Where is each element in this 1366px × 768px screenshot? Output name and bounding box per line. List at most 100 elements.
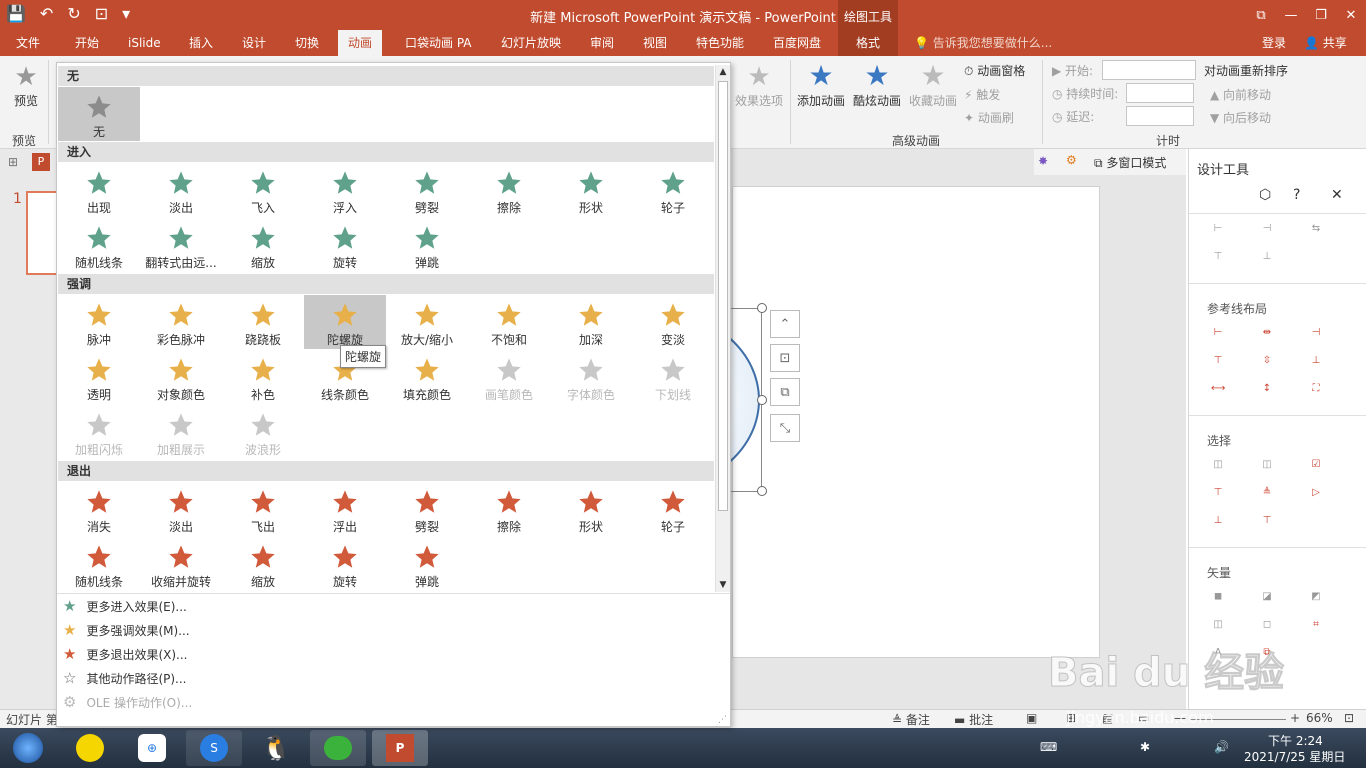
entrance-effect-item[interactable]: 形状 <box>550 163 632 217</box>
slide-thumbnail[interactable] <box>26 191 58 275</box>
emphasis-effect-item[interactable]: 跷跷板 <box>222 295 304 349</box>
exit-effect-item[interactable]: 劈裂 <box>386 482 468 536</box>
taskbar-netdisk-app[interactable]: ⊕ <box>124 730 180 766</box>
restore-icon[interactable]: ❐ <box>1306 0 1336 30</box>
start-button[interactable] <box>4 730 52 766</box>
emphasis-effect-item[interactable]: 透明 <box>58 350 140 404</box>
exit-effect-item[interactable]: 弹跳 <box>386 537 468 591</box>
guide-vdist-icon[interactable]: ↕ <box>1260 383 1274 395</box>
animation-pane-button[interactable]: ⏱ 动画窗格 <box>964 62 1025 79</box>
cool-animation-button[interactable]: ★ 酷炫动画 <box>850 60 904 109</box>
fit-slide-icon[interactable]: ⊡ <box>1344 711 1354 725</box>
align-left-icon[interactable]: ⊢ <box>1211 223 1225 235</box>
exit-effect-item[interactable]: 飞出 <box>222 482 304 536</box>
tab-file[interactable]: 文件 <box>16 30 40 56</box>
exit-effect-item[interactable]: 轮子 <box>632 482 714 536</box>
delay-input[interactable] <box>1126 106 1194 126</box>
tab-design[interactable]: 设计 <box>242 30 266 56</box>
scroll-thumb[interactable] <box>718 81 728 511</box>
vector-combine-icon[interactable]: ◪ <box>1260 591 1274 603</box>
resize-handle-r[interactable] <box>757 395 767 405</box>
guide-top-icon[interactable]: ⊤ <box>1211 355 1225 367</box>
tray-volume-icon[interactable]: 🔊 <box>1214 740 1229 754</box>
layout-options-icon[interactable]: ⌃ <box>770 310 800 338</box>
emphasis-effect-item[interactable]: 补色 <box>222 350 304 404</box>
more-exit-effects[interactable]: ★ 更多退出效果(X)... <box>63 644 187 664</box>
taskbar-powerpoint-app[interactable]: P <box>372 730 428 766</box>
tab-baidu-netdisk[interactable]: 百度网盘 <box>773 30 821 56</box>
share-button[interactable]: 👤 共享 <box>1304 30 1347 56</box>
entrance-effect-item[interactable]: 缩放 <box>222 218 304 272</box>
trigger-button[interactable]: ⚡ 触发 <box>964 86 1000 103</box>
panel-help-icon[interactable]: ? <box>1293 187 1300 203</box>
exit-effect-item[interactable]: 随机线条 <box>58 537 140 591</box>
anim-none[interactable]: 无 <box>58 87 140 141</box>
emphasis-effect-item[interactable]: 加深 <box>550 295 632 349</box>
tab-home[interactable]: 开始 <box>75 30 99 56</box>
exit-effect-item[interactable]: 擦除 <box>468 482 550 536</box>
vector-subtract-icon[interactable]: ◻ <box>1260 619 1274 631</box>
more-emphasis-effects[interactable]: ★ 更多强调效果(M)... <box>63 620 190 640</box>
crop-icon[interactable]: ⤡ <box>770 414 800 442</box>
comments-button[interactable]: ▬ 批注 <box>954 711 993 728</box>
select-bottom-icon[interactable]: ⊥ <box>1211 515 1225 527</box>
guide-left-icon[interactable]: ⊢ <box>1211 327 1225 339</box>
emphasis-effect-item[interactable]: 对象颜色 <box>140 350 222 404</box>
select-group-icon[interactable]: ⊤ <box>1260 515 1274 527</box>
vector-intersect-icon[interactable]: ◫ <box>1211 619 1225 631</box>
exit-effect-item[interactable]: 淡出 <box>140 482 222 536</box>
zoom-in-icon[interactable]: + <box>1290 711 1300 725</box>
entrance-effect-item[interactable]: 淡出 <box>140 163 222 217</box>
panel-settings-icon[interactable]: ⬡ <box>1259 187 1271 203</box>
taskbar-music-app[interactable] <box>62 730 118 766</box>
tab-features[interactable]: 特色功能 <box>696 30 744 56</box>
entrance-effect-item[interactable]: 弹跳 <box>386 218 468 272</box>
select-similar-icon[interactable]: ◫ <box>1260 459 1274 471</box>
effect-options-button[interactable]: ★ 效果选项 <box>732 62 786 109</box>
animation-painter-button[interactable]: ✦ 动画刷 <box>964 109 1014 126</box>
tell-me-search[interactable]: 💡 告诉我您想要做什么... <box>914 30 1052 56</box>
select-stack-icon[interactable]: ≜ <box>1260 487 1274 499</box>
tab-review[interactable]: 审阅 <box>590 30 614 56</box>
emphasis-effect-item[interactable]: 彩色脉冲 <box>140 295 222 349</box>
zoom-level[interactable]: 66% <box>1306 711 1333 725</box>
guide-right-icon[interactable]: ⊣ <box>1309 327 1323 339</box>
more-entrance-effects[interactable]: ★ 更多进入效果(E)... <box>63 596 187 616</box>
align-bottom-icon[interactable]: ⊥ <box>1260 251 1274 263</box>
preview-button[interactable]: ★ 预览 <box>8 62 44 109</box>
entrance-effect-item[interactable]: 飞入 <box>222 163 304 217</box>
favorite-animation-button[interactable]: ★ 收藏动画 <box>906 60 960 109</box>
select-pointer-icon[interactable]: ▷ <box>1309 487 1323 499</box>
ribbon-display-icon[interactable]: ⧉ <box>1246 0 1276 30</box>
taskbar-qq-app[interactable]: 🐧 <box>248 730 304 766</box>
guide-hdist-icon[interactable]: ⟷ <box>1211 383 1225 395</box>
start-select[interactable] <box>1102 60 1196 80</box>
entrance-effect-item[interactable]: 轮子 <box>632 163 714 217</box>
tab-animations[interactable]: 动画 <box>338 30 383 56</box>
entrance-effect-item[interactable]: 旋转 <box>304 218 386 272</box>
emphasis-effect-item[interactable]: 脉冲 <box>58 295 140 349</box>
vector-fragment-icon[interactable]: ◩ <box>1309 591 1323 603</box>
entrance-effect-item[interactable]: 翻转式由远... <box>140 218 222 272</box>
arrange-icon[interactable]: ⧉ <box>770 378 800 406</box>
vector-union-icon[interactable]: ◼ <box>1211 591 1225 603</box>
emphasis-effect-item[interactable]: 填充颜色 <box>386 350 468 404</box>
exit-effect-item[interactable]: 形状 <box>550 482 632 536</box>
select-check-icon[interactable]: ☑ <box>1309 459 1323 471</box>
tab-pocket-animation[interactable]: 口袋动画 PA <box>405 30 472 56</box>
emphasis-effect-item[interactable]: 陀螺旋 <box>304 295 386 349</box>
tab-islide[interactable]: iSlide <box>128 30 161 56</box>
align-right-icon[interactable]: ⊣ <box>1260 223 1274 235</box>
entrance-effect-item[interactable]: 浮入 <box>304 163 386 217</box>
exit-effect-item[interactable]: 消失 <box>58 482 140 536</box>
panel-close-icon[interactable]: ✕ <box>1331 187 1343 203</box>
multiwindow-button[interactable]: ⧉ 多窗口模式 <box>1094 154 1166 171</box>
guide-center-icon[interactable]: ⇹ <box>1260 327 1274 339</box>
other-motion-paths[interactable]: ☆ 其他动作路径(P)... <box>63 668 187 688</box>
scroll-down-icon[interactable]: ▼ <box>716 578 730 592</box>
emphasis-effect-item[interactable]: 不饱和 <box>468 295 550 349</box>
settings-gear-icon[interactable]: ⚙ <box>1066 153 1077 167</box>
outline-view-icon[interactable]: ⊞ <box>8 155 18 169</box>
slide-view-icon[interactable]: P <box>32 153 50 171</box>
emphasis-effect-item[interactable]: 变淡 <box>632 295 714 349</box>
